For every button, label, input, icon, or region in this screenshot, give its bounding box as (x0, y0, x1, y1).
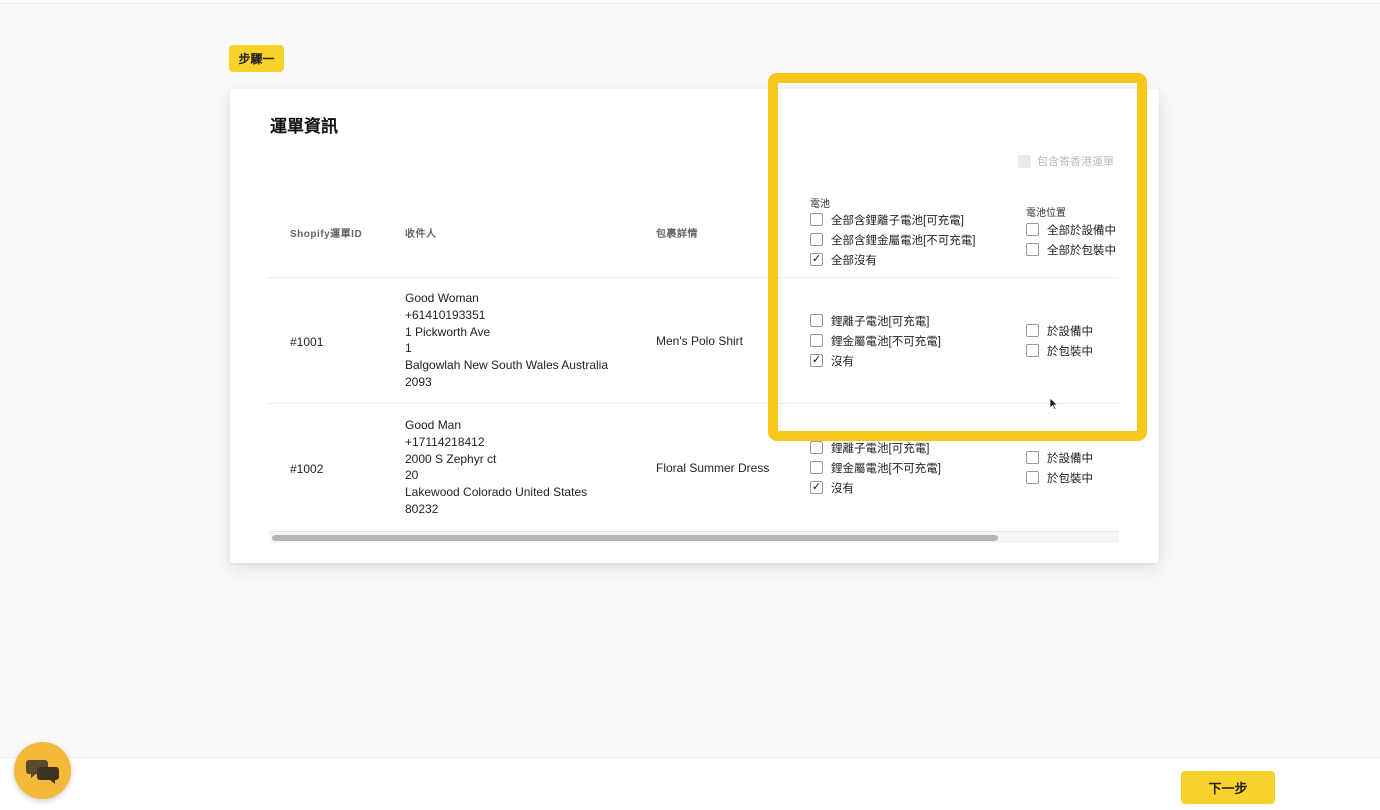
horizontal-scrollbar[interactable] (270, 531, 1119, 543)
battery-all-li-metal[interactable]: 全部含鋰金屬電池[不可充電] (810, 233, 975, 247)
row-1001-position-options: 於設備中 於包裝中 (1026, 324, 1093, 358)
checkbox-checked[interactable]: ✓ (810, 481, 823, 494)
checkbox[interactable] (810, 213, 823, 226)
position-in-device[interactable]: 於設備中 (1026, 324, 1093, 338)
include-hk-label: 包含寄香港運單 (1037, 156, 1114, 168)
row-1001-battery-options: 鋰離子電池[可充電] 鋰金屬電池[不可充電] ✓ 沒有 (810, 314, 941, 368)
row-1001-package: Men's Polo Shirt (656, 334, 743, 348)
chat-bubbles-icon (25, 759, 59, 784)
battery-all-none[interactable]: ✓ 全部沒有 (810, 253, 975, 267)
header-package: 包裹詳情 (656, 229, 698, 240)
checkbox[interactable] (1026, 344, 1039, 357)
row-1002-package: Floral Summer Dress (656, 461, 770, 475)
row-divider (267, 277, 1119, 278)
checkbox[interactable] (1026, 243, 1039, 256)
row-divider (267, 403, 1119, 404)
position-all-in-package[interactable]: 全部於包裝中 (1026, 243, 1116, 257)
step-badge: 步驟一 (229, 45, 284, 72)
row-1002-battery-options: 鋰離子電池[可充電] 鋰金屬電池[不可充電] ✓ 沒有 (810, 441, 941, 495)
checkbox[interactable] (1026, 223, 1039, 236)
scrollbar-thumb[interactable] (272, 535, 998, 541)
top-bar (0, 0, 1380, 4)
header-shopify-id: Shopify運單ID (290, 229, 363, 240)
include-hk-toggle[interactable]: 包含寄香港運單 (1018, 153, 1114, 169)
checkbox[interactable] (1026, 324, 1039, 337)
position-in-package[interactable]: 於包裝中 (1026, 471, 1093, 485)
battery-li-metal[interactable]: 鋰金屬電池[不可充電] (810, 334, 941, 348)
row-1001-id: #1001 (290, 335, 324, 349)
row-1002-position-options: 於設備中 於包裝中 (1026, 451, 1093, 485)
checkbox[interactable] (810, 334, 823, 347)
card-title: 運單資訊 (270, 117, 338, 136)
battery-all-li-ion[interactable]: 全部含鋰離子電池[可充電] (810, 213, 975, 227)
battery-none[interactable]: ✓ 沒有 (810, 481, 941, 495)
chat-button[interactable] (14, 742, 71, 799)
waybill-card: 運單資訊 包含寄香港運單 Shopify運單ID 收件人 包裹詳情 電池 全部含… (230, 89, 1159, 563)
checkbox[interactable] (810, 441, 823, 454)
header-battery-position: 電池位置 (1026, 208, 1066, 219)
footer-bar (0, 757, 1380, 810)
header-battery: 電池 (810, 199, 830, 210)
position-in-device[interactable]: 於設備中 (1026, 451, 1093, 465)
row-1002-recipient: Good Man +17114218412 2000 S Zephyr ct 2… (405, 418, 588, 516)
battery-all-options: 全部含鋰離子電池[可充電] 全部含鋰金屬電池[不可充電] ✓ 全部沒有 (810, 213, 975, 267)
mouse-cursor-icon (1049, 397, 1059, 411)
battery-li-metal[interactable]: 鋰金屬電池[不可充電] (810, 461, 941, 475)
checkbox[interactable] (1026, 471, 1039, 484)
row-1002-id: #1002 (290, 462, 324, 476)
checkbox[interactable] (1026, 451, 1039, 464)
next-step-button[interactable]: 下一步 (1181, 771, 1275, 804)
battery-li-ion[interactable]: 鋰離子電池[可充電] (810, 314, 941, 328)
checkbox-checked[interactable]: ✓ (810, 354, 823, 367)
battery-li-ion[interactable]: 鋰離子電池[可充電] (810, 441, 941, 455)
position-in-package[interactable]: 於包裝中 (1026, 344, 1093, 358)
row-1001-recipient: Good Woman +61410193351 1 Pickworth Ave … (405, 291, 608, 389)
checkbox[interactable] (810, 314, 823, 327)
position-all-options: 全部於設備中 全部於包裝中 (1026, 223, 1116, 257)
checkbox[interactable] (810, 461, 823, 474)
checkbox-checked[interactable]: ✓ (810, 253, 823, 266)
include-hk-checkbox[interactable] (1018, 154, 1031, 168)
battery-none[interactable]: ✓ 沒有 (810, 354, 941, 368)
checkbox[interactable] (810, 233, 823, 246)
header-recipient: 收件人 (405, 229, 437, 240)
position-all-in-device[interactable]: 全部於設備中 (1026, 223, 1116, 237)
